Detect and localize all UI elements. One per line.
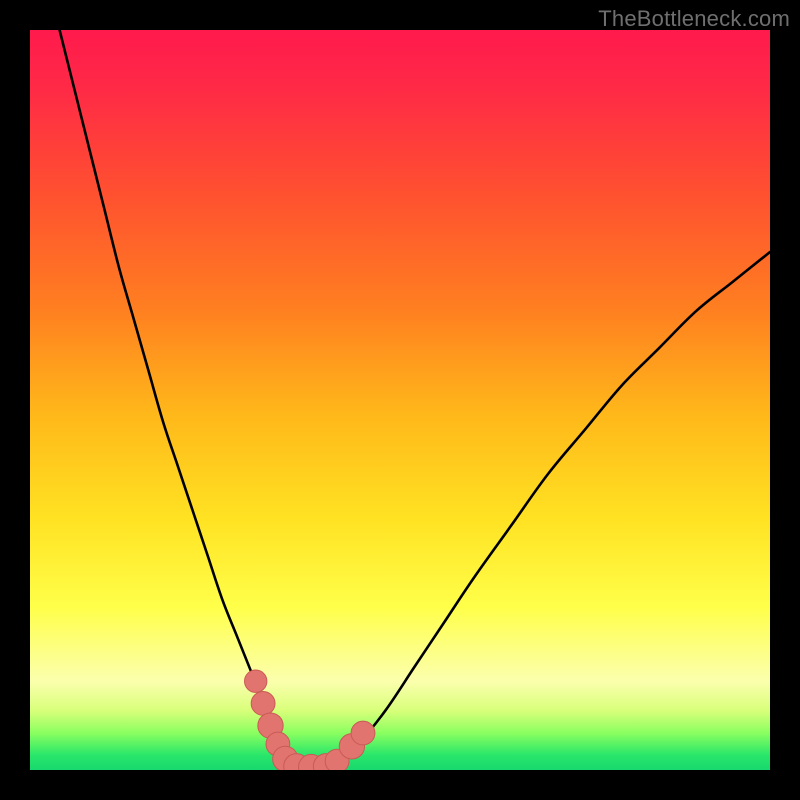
bottleneck-curve <box>60 30 770 770</box>
marker-dot <box>251 691 275 715</box>
marker-dot <box>245 670 267 692</box>
curve-layer <box>30 30 770 770</box>
watermark-text: TheBottleneck.com <box>598 6 790 32</box>
marker-cluster <box>245 670 375 770</box>
chart-frame: TheBottleneck.com <box>0 0 800 800</box>
marker-dot <box>351 721 375 745</box>
plot-area <box>30 30 770 770</box>
